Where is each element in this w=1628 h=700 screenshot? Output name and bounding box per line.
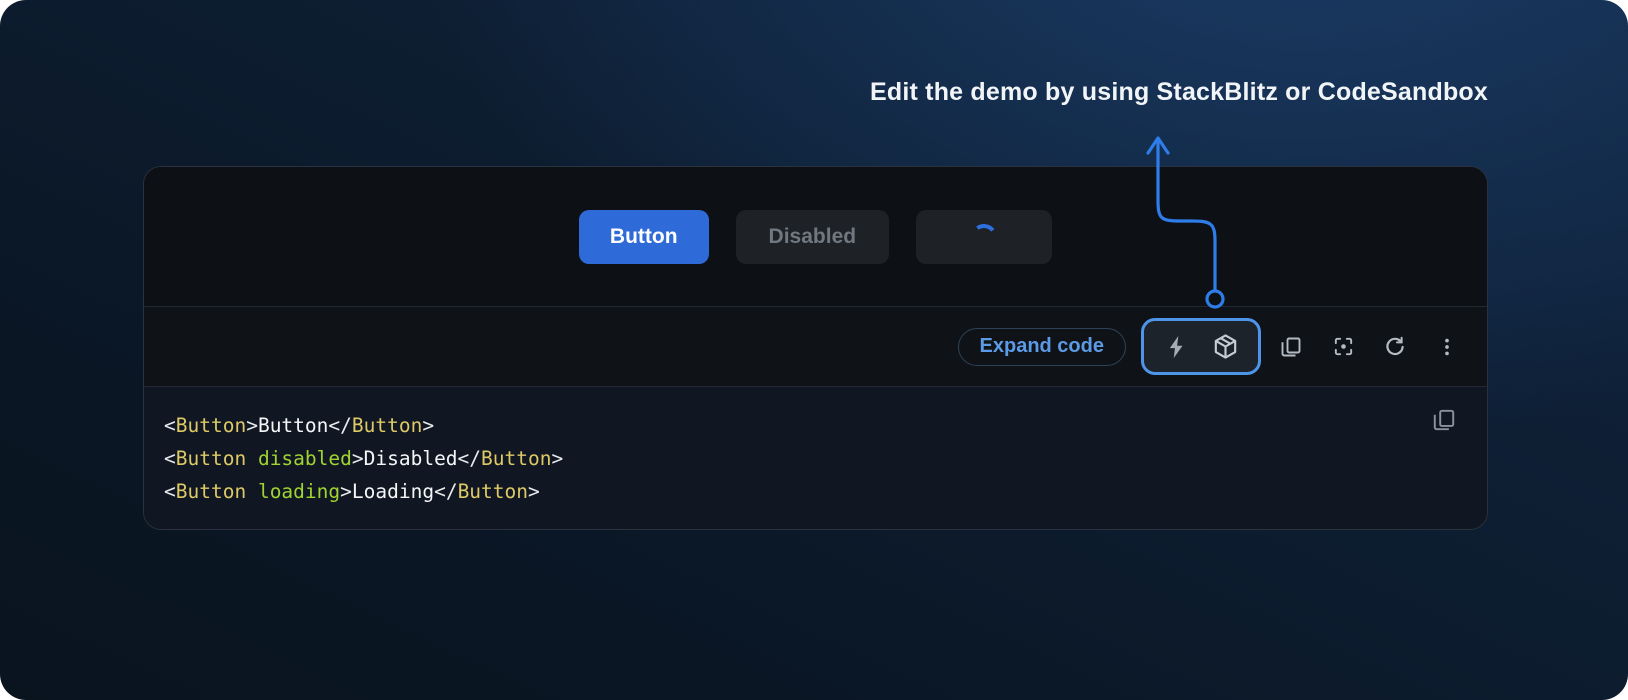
- codesandbox-icon: [1212, 333, 1239, 360]
- code-line: <Button disabled>Disabled</Button>: [164, 442, 1487, 475]
- edit-online-highlight-group: [1141, 318, 1261, 375]
- screenshot-root: Edit the demo by using StackBlitz or Cod…: [0, 0, 1628, 700]
- codesandbox-button[interactable]: [1212, 333, 1239, 360]
- code-line: <Button loading>Loading</Button>: [164, 475, 1487, 508]
- annotation-text: Edit the demo by using StackBlitz or Cod…: [870, 78, 1488, 107]
- copy-code-button[interactable]: [1265, 321, 1317, 373]
- refresh-demo-button[interactable]: [1369, 321, 1421, 373]
- copy-icon: [1279, 335, 1303, 359]
- loading-spinner-icon: [969, 222, 998, 251]
- demo-preview: Button Disabled: [144, 167, 1487, 306]
- copy-icon: [1431, 407, 1457, 433]
- standalone-view-button[interactable]: [1317, 321, 1369, 373]
- code-section: <Button>Button</Button><Button disabled>…: [144, 387, 1487, 529]
- expand-code-button[interactable]: Expand code: [958, 328, 1126, 366]
- stackblitz-button[interactable]: [1164, 334, 1190, 360]
- demo-button-disabled[interactable]: Disabled: [736, 210, 890, 264]
- demo-button-primary[interactable]: Button: [579, 210, 709, 264]
- more-icon: [1436, 336, 1458, 358]
- stackblitz-icon: [1164, 334, 1190, 360]
- demo-toolbar: Expand code: [144, 306, 1487, 387]
- more-actions-button[interactable]: [1421, 321, 1473, 373]
- code-block: <Button>Button</Button><Button disabled>…: [144, 409, 1487, 508]
- focus-icon: [1332, 335, 1355, 358]
- copy-snippet-button[interactable]: [1427, 403, 1461, 440]
- code-line: <Button>Button</Button>: [164, 409, 1487, 442]
- demo-button-loading[interactable]: [916, 210, 1052, 264]
- refresh-icon: [1383, 335, 1407, 359]
- demo-card: Button Disabled Expand code: [143, 166, 1488, 530]
